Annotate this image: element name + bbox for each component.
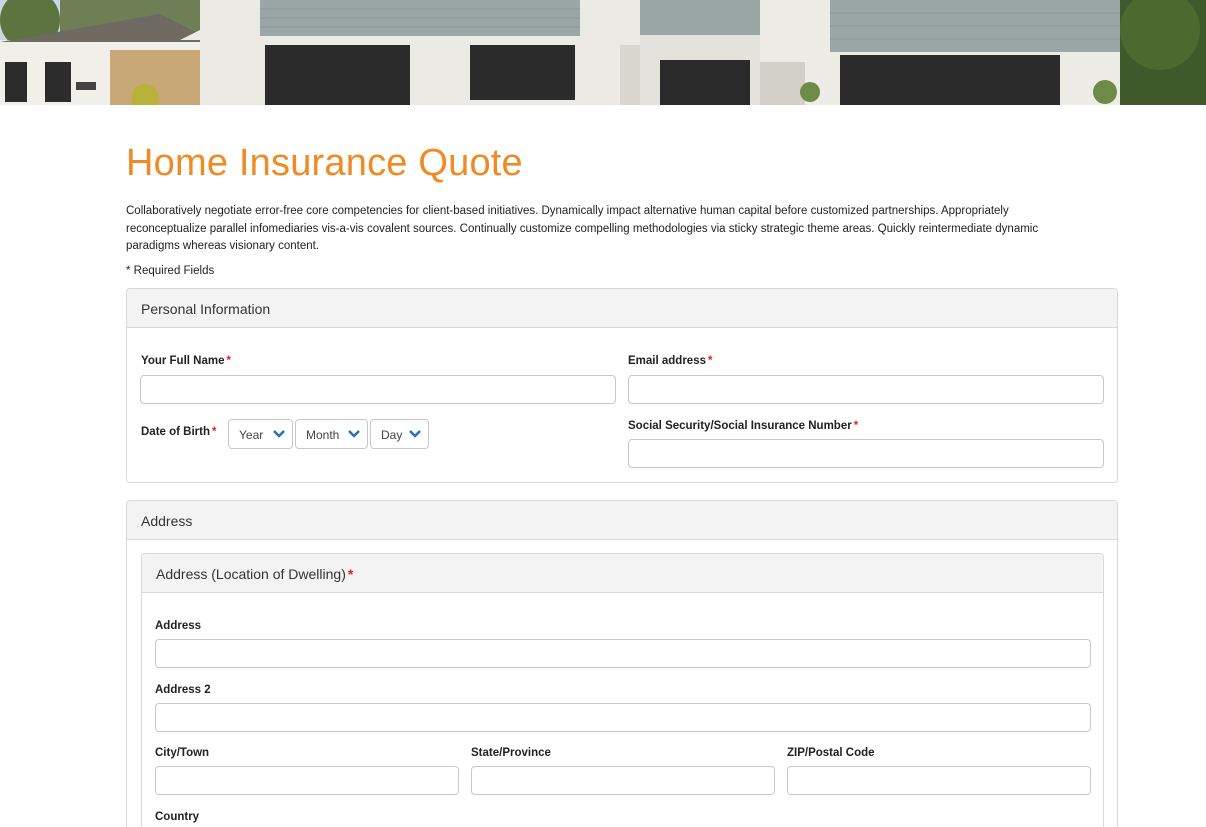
city-label: City/Town xyxy=(155,747,210,759)
birth-day-value: Day xyxy=(381,428,403,442)
email-input[interactable] xyxy=(628,375,1104,404)
hero-banner-image xyxy=(0,0,1206,105)
country-label: Country xyxy=(155,811,200,823)
personal-information-heading: Personal Information xyxy=(127,289,1117,328)
birth-day-select[interactable]: Day xyxy=(370,419,429,449)
birth-month-value: Month xyxy=(306,428,340,442)
ssn-label: Social Security/Social Insurance Number * xyxy=(628,420,858,432)
birth-year-value: Year xyxy=(239,428,264,442)
address-heading: Address xyxy=(127,501,1117,540)
dwelling-location-panel: Address (Location of Dwelling) * Address … xyxy=(141,553,1104,827)
required-asterisk: * xyxy=(347,566,354,582)
chevron-down-icon xyxy=(273,430,285,438)
chevron-down-icon xyxy=(348,430,360,438)
ssn-input[interactable] xyxy=(628,439,1104,468)
full-name-label: Your Full Name * xyxy=(141,355,231,367)
dwelling-location-heading: Address (Location of Dwelling) * xyxy=(142,554,1103,593)
zip-input[interactable] xyxy=(787,766,1091,795)
address-label: Address xyxy=(155,620,202,632)
birth-month-select[interactable]: Month xyxy=(295,419,368,449)
address2-input[interactable] xyxy=(155,703,1091,732)
city-input[interactable] xyxy=(155,766,459,795)
state-label: State/Province xyxy=(471,747,551,759)
birth-year-select[interactable]: Year xyxy=(228,419,293,449)
full-name-label-text: Your Full Name xyxy=(141,355,225,367)
address2-label: Address 2 xyxy=(155,684,211,696)
zip-label: ZIP/Postal Code xyxy=(787,747,875,759)
chevron-down-icon xyxy=(409,430,421,438)
ssn-label-text: Social Security/Social Insurance Number xyxy=(628,420,852,432)
page-title: Home Insurance Quote xyxy=(126,142,523,184)
date-of-birth-label: Date of Birth * xyxy=(141,426,216,438)
email-label: Email address * xyxy=(628,355,712,367)
required-asterisk: * xyxy=(707,355,713,367)
intro-paragraph: Collaboratively negotiate error-free cor… xyxy=(126,205,1039,252)
email-label-text: Email address xyxy=(628,355,706,367)
state-input[interactable] xyxy=(471,766,775,795)
required-fields-note: * Required Fields xyxy=(126,265,215,277)
required-asterisk: * xyxy=(853,420,859,432)
personal-information-panel: Personal Information Your Full Name * Ema… xyxy=(126,288,1118,483)
address-input[interactable] xyxy=(155,639,1091,668)
required-asterisk: * xyxy=(226,355,231,367)
dwelling-location-heading-text: Address (Location of Dwelling) xyxy=(156,566,346,582)
required-asterisk: * xyxy=(212,426,217,438)
address-panel: Address Address (Location of Dwelling) * … xyxy=(126,500,1118,827)
date-of-birth-label-text: Date of Birth xyxy=(141,426,210,438)
full-name-input[interactable] xyxy=(140,375,616,404)
